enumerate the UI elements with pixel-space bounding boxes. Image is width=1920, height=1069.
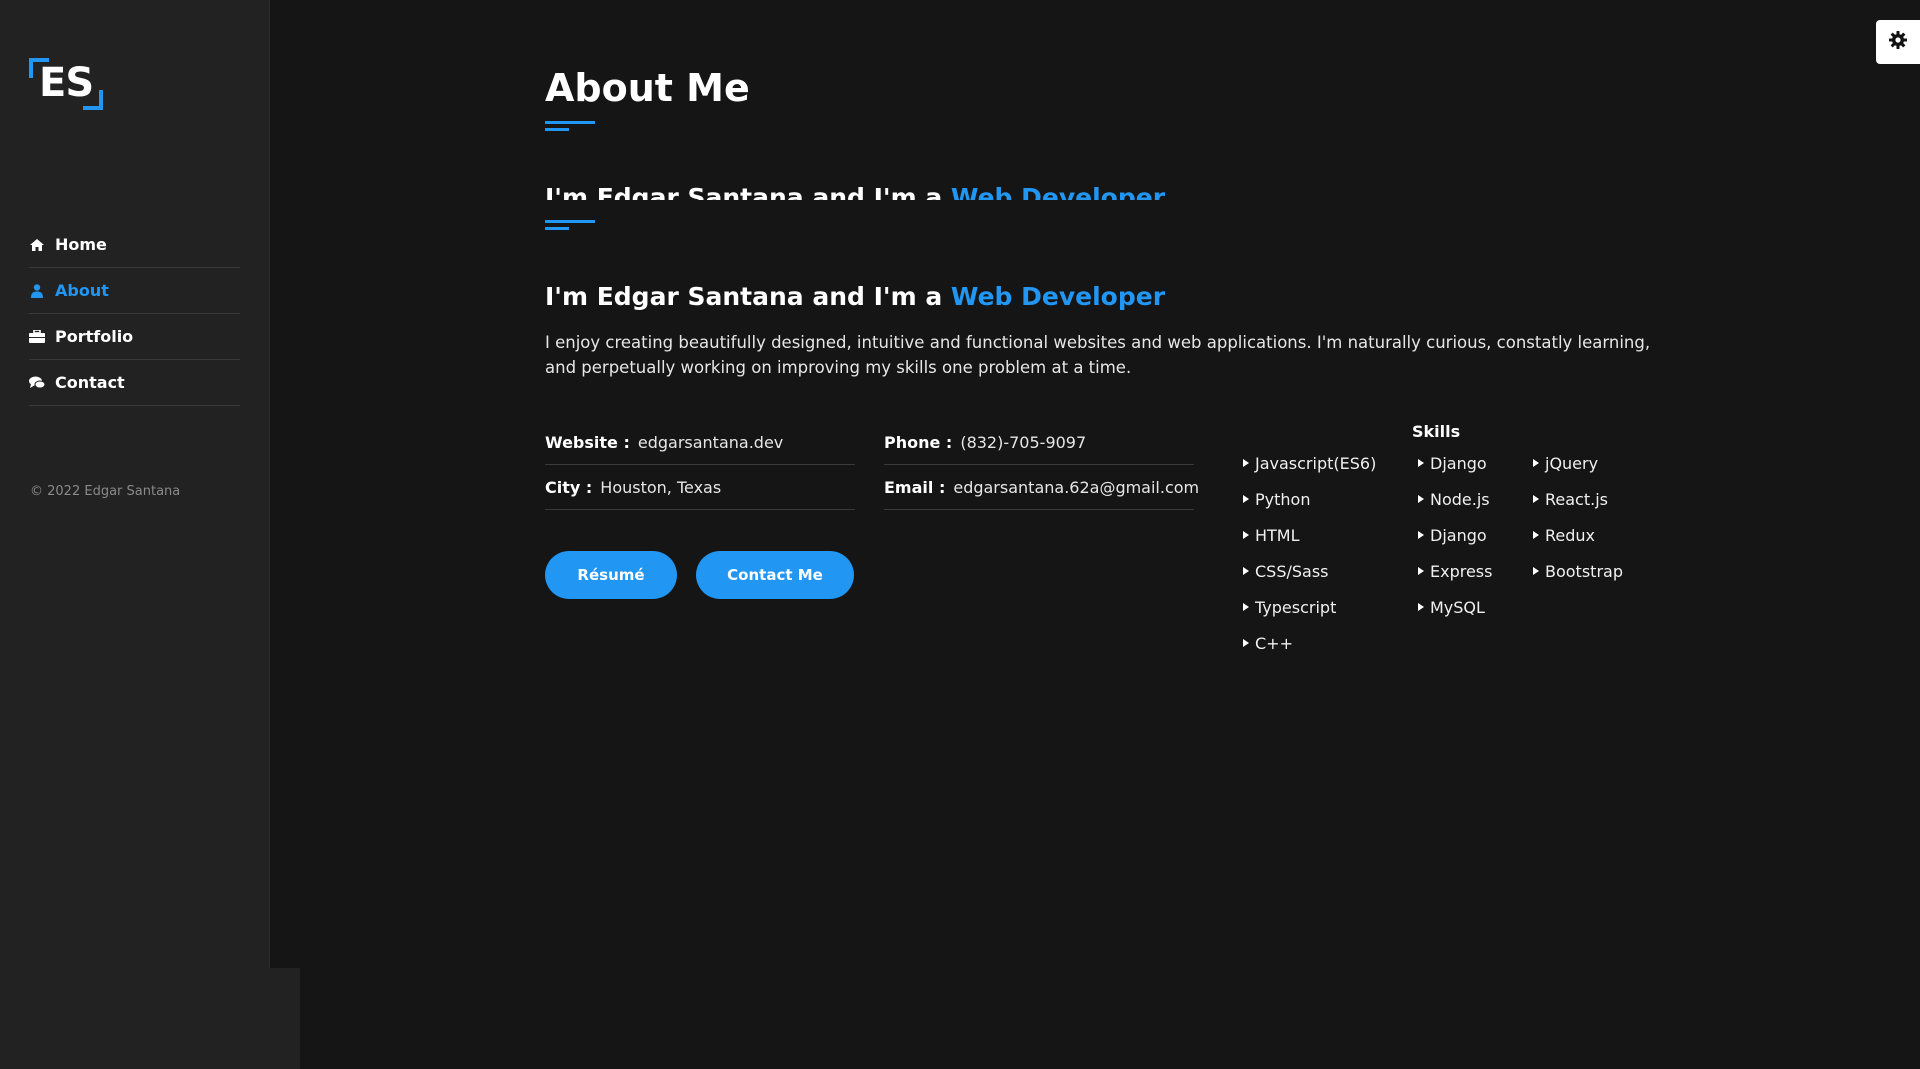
skill-item: HTML	[1243, 526, 1376, 562]
info-city: City : Houston, Texas	[545, 465, 855, 510]
resume-button[interactable]: Résumé	[545, 551, 677, 599]
nav-item-label: Home	[55, 235, 107, 254]
skill-label: MySQL	[1430, 598, 1485, 617]
skill-label: Express	[1430, 562, 1493, 581]
skill-item: Django	[1418, 454, 1492, 490]
skill-label: Node.js	[1430, 490, 1490, 509]
website-link[interactable]: edgarsantana.dev	[638, 433, 783, 452]
skill-label: HTML	[1255, 526, 1300, 545]
copyright-text: © 2022 Edgar Santana	[30, 484, 181, 499]
logo[interactable]: ES	[29, 58, 103, 110]
nav-item-label: Contact	[55, 373, 125, 392]
sidebar-footer-block	[0, 968, 300, 1069]
title-underline	[545, 121, 595, 131]
settings-button[interactable]	[1876, 20, 1920, 64]
skill-label: Bootstrap	[1545, 562, 1623, 581]
skill-label: CSS/Sass	[1255, 562, 1329, 581]
info-phone: Phone : (832)-705-9097	[884, 420, 1194, 465]
info-website: Website : edgarsantana.dev	[545, 420, 855, 465]
intro-headline: I'm Edgar Santana and I'm a Web Develope…	[545, 282, 1165, 311]
skills-title: Skills	[1412, 422, 1461, 441]
info-column-right: Phone : (832)-705-9097 Email : edgarsant…	[884, 420, 1199, 510]
nav-item-label: About	[55, 281, 109, 300]
skill-label: Django	[1430, 454, 1487, 473]
skill-label: C++	[1255, 634, 1293, 653]
skill-item: jQuery	[1533, 454, 1623, 490]
info-label: Email :	[884, 477, 946, 497]
skills-column-3: jQuery React.js Redux Bootstrap	[1533, 454, 1623, 598]
nav-item-about[interactable]: About	[29, 268, 240, 314]
skill-item: Typescript	[1243, 598, 1376, 634]
nav-item-contact[interactable]: Contact	[29, 360, 240, 406]
info-label: Phone :	[884, 432, 953, 452]
skills-column-2: Django Node.js Django Express MySQL	[1418, 454, 1492, 634]
home-icon	[29, 238, 45, 251]
typing-headline-prefix: I'm Edgar Santana and I'm a	[545, 183, 951, 200]
headline-underline	[545, 220, 595, 230]
skill-item: React.js	[1533, 490, 1623, 526]
logo-text: ES	[39, 60, 94, 106]
skill-item: C++	[1243, 634, 1376, 670]
info-email: Email : edgarsantana.62a@gmail.com	[884, 465, 1199, 510]
info-label: Website :	[545, 432, 630, 452]
skill-item: MySQL	[1418, 598, 1492, 634]
nav-item-portfolio[interactable]: Portfolio	[29, 314, 240, 360]
page-title: About Me	[545, 66, 750, 110]
email-link[interactable]: edgarsantana.62a@gmail.com	[953, 478, 1199, 497]
sidebar-nav: Home About Portfolio Contact	[29, 222, 240, 406]
city-value: Houston, Texas	[600, 477, 722, 497]
info-label: City :	[545, 477, 593, 497]
skill-label: jQuery	[1545, 454, 1599, 473]
phone-value: (832)-705-9097	[960, 432, 1087, 452]
skill-label: React.js	[1545, 490, 1608, 509]
intro-headline-role: Web Developer	[950, 282, 1166, 311]
typing-headline-role: Web Developer	[950, 183, 1166, 200]
bio-paragraph: I enjoy creating beautifully designed, i…	[545, 333, 1651, 377]
briefcase-icon	[29, 330, 45, 343]
skills-column-1: Javascript(ES6) Python HTML CSS/Sass Typ…	[1243, 454, 1376, 670]
skill-item: Express	[1418, 562, 1492, 598]
skill-label: Javascript(ES6)	[1255, 454, 1377, 473]
skill-label: Django	[1430, 526, 1487, 545]
skill-item: CSS/Sass	[1243, 562, 1376, 598]
skill-label: Python	[1255, 490, 1311, 509]
skill-item: Javascript(ES6)	[1243, 454, 1376, 490]
contact-me-button[interactable]: Contact Me	[696, 551, 854, 599]
user-icon	[29, 283, 45, 298]
sidebar: ES Home About Portfolio Contact © 2022 E…	[0, 0, 270, 968]
info-column-left: Website : edgarsantana.dev City : Housto…	[545, 420, 855, 510]
skill-label: Typescript	[1255, 598, 1337, 617]
skill-item: Redux	[1533, 526, 1623, 562]
skill-item: Django	[1418, 526, 1492, 562]
nav-item-home[interactable]: Home	[29, 222, 240, 268]
typing-headline: I'm Edgar Santana and I'm a Web Develope…	[545, 178, 1245, 200]
skill-item: Python	[1243, 490, 1376, 526]
skill-label: Redux	[1545, 526, 1596, 545]
gear-icon	[1889, 31, 1907, 53]
nav-item-label: Portfolio	[55, 327, 134, 346]
skill-item: Bootstrap	[1533, 562, 1623, 598]
comments-icon	[29, 376, 45, 389]
skill-item: Node.js	[1418, 490, 1492, 526]
intro-headline-prefix: I'm Edgar Santana and I'm a	[545, 282, 951, 311]
